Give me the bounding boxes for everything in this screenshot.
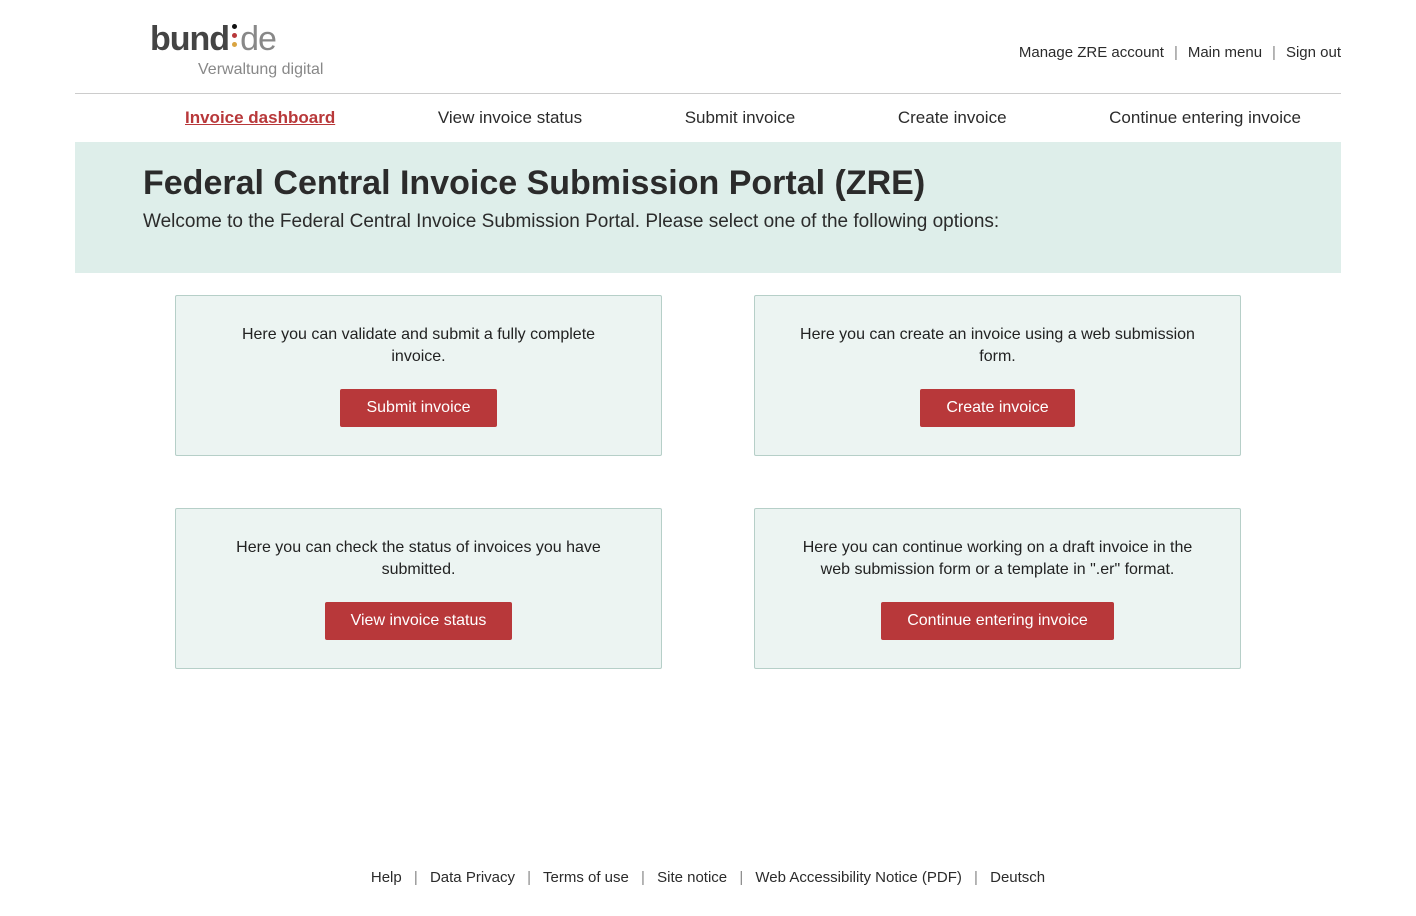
- footer-help[interactable]: Help: [371, 869, 402, 886]
- separator: |: [974, 869, 978, 886]
- nav-create-invoice[interactable]: Create invoice: [898, 108, 1007, 128]
- banner: Federal Central Invoice Submission Porta…: [75, 142, 1341, 273]
- link-manage-account[interactable]: Manage ZRE account: [1019, 44, 1164, 61]
- link-sign-out[interactable]: Sign out: [1286, 44, 1341, 61]
- nav-view-invoice-status[interactable]: View invoice status: [438, 108, 582, 128]
- continue-entering-invoice-button[interactable]: Continue entering invoice: [881, 602, 1114, 640]
- cards-area: Here you can validate and submit a fully…: [75, 295, 1341, 669]
- card-text: Here you can check the status of invoice…: [216, 537, 621, 580]
- card-view-status: Here you can check the status of invoice…: [175, 508, 662, 669]
- card-text: Here you can continue working on a draft…: [795, 537, 1200, 580]
- separator: |: [739, 869, 743, 886]
- header: bund de Verwaltung digital Manage ZRE ac…: [0, 0, 1416, 93]
- footer-terms[interactable]: Terms of use: [543, 869, 629, 886]
- separator: |: [414, 869, 418, 886]
- footer: Help | Data Privacy | Terms of use | Sit…: [0, 849, 1416, 916]
- submit-invoice-button[interactable]: Submit invoice: [340, 389, 496, 427]
- logo-word-de: de: [240, 20, 276, 59]
- logo-flag-dots-icon: [232, 24, 237, 47]
- top-links: Manage ZRE account | Main menu | Sign ou…: [1019, 44, 1341, 61]
- card-continue-invoice: Here you can continue working on a draft…: [754, 508, 1241, 669]
- nav-submit-invoice[interactable]: Submit invoice: [685, 108, 796, 128]
- separator: |: [527, 869, 531, 886]
- separator: |: [1174, 44, 1178, 61]
- view-invoice-status-button[interactable]: View invoice status: [325, 602, 513, 640]
- nav-continue-entering-invoice[interactable]: Continue entering invoice: [1109, 108, 1301, 128]
- logo-word-bund: bund: [150, 20, 229, 59]
- link-main-menu[interactable]: Main menu: [1188, 44, 1262, 61]
- footer-privacy[interactable]: Data Privacy: [430, 869, 515, 886]
- logo-subtitle: Verwaltung digital: [198, 61, 323, 79]
- separator: |: [641, 869, 645, 886]
- footer-language[interactable]: Deutsch: [990, 869, 1045, 886]
- logo: bund de Verwaltung digital: [150, 20, 323, 79]
- main-nav: Invoice dashboard View invoice status Su…: [0, 94, 1416, 142]
- card-text: Here you can create an invoice using a w…: [795, 324, 1200, 367]
- separator: |: [1272, 44, 1276, 61]
- page-subtitle: Welcome to the Federal Central Invoice S…: [143, 211, 1273, 233]
- card-create-invoice: Here you can create an invoice using a w…: [754, 295, 1241, 456]
- card-submit-invoice: Here you can validate and submit a fully…: [175, 295, 662, 456]
- card-text: Here you can validate and submit a fully…: [216, 324, 621, 367]
- footer-accessibility[interactable]: Web Accessibility Notice (PDF): [755, 869, 961, 886]
- create-invoice-button[interactable]: Create invoice: [920, 389, 1074, 427]
- footer-site-notice[interactable]: Site notice: [657, 869, 727, 886]
- page-title: Federal Central Invoice Submission Porta…: [143, 164, 1273, 203]
- nav-invoice-dashboard[interactable]: Invoice dashboard: [185, 108, 335, 128]
